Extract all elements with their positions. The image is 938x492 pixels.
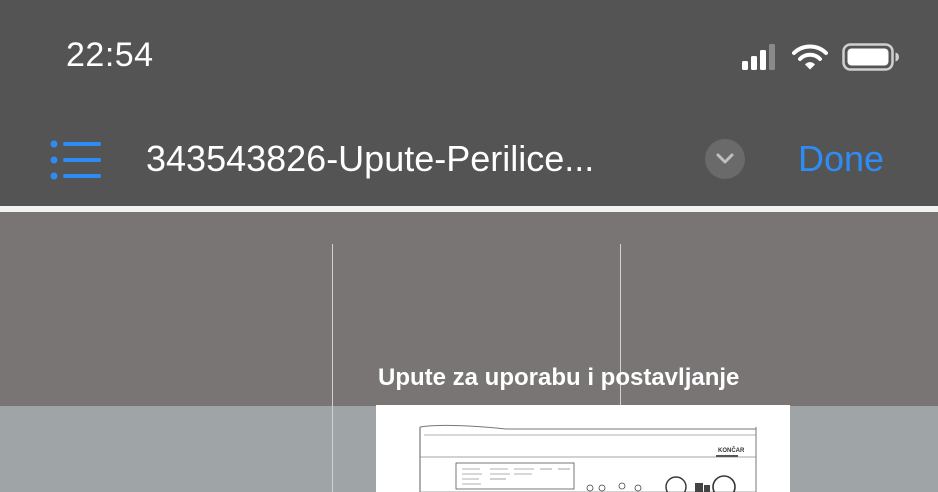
document-title[interactable]: 343543826-Upute-Perilice...	[146, 138, 594, 180]
list-icon[interactable]	[50, 140, 102, 180]
status-icons	[742, 40, 900, 74]
page-heading: Upute za uporabu i postavljanje	[378, 364, 740, 391]
washing-machine-drawing: KONČAR	[419, 424, 757, 492]
status-time: 22:54	[66, 36, 154, 74]
status-bar: 22:54	[0, 0, 938, 110]
chevron-down-icon	[716, 153, 734, 164]
battery-icon	[842, 43, 899, 71]
appliance-brand: KONČAR	[718, 447, 745, 454]
scan-line-left	[332, 244, 333, 492]
document-viewer[interactable]: Upute za uporabu i postavljanje KONČAR	[0, 212, 938, 492]
wifi-icon	[792, 44, 828, 70]
cellular-signal-icon	[742, 44, 775, 70]
washing-machine-illustration: KONČAR	[376, 405, 790, 492]
title-menu-button[interactable]	[705, 139, 745, 179]
done-button[interactable]: Done	[798, 138, 884, 180]
nav-bar: 343543826-Upute-Perilice... Done	[0, 110, 938, 206]
